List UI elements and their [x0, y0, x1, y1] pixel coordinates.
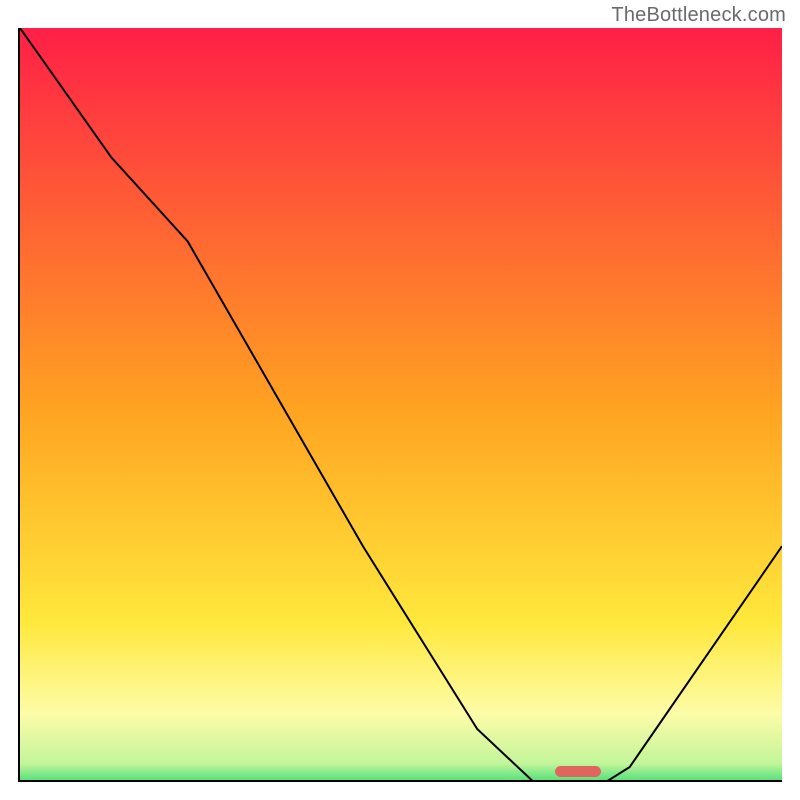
watermark-text: TheBottleneck.com [611, 4, 786, 27]
chart-plot-area [18, 28, 782, 782]
optimum-marker [555, 766, 601, 777]
chart-curve [20, 28, 782, 782]
